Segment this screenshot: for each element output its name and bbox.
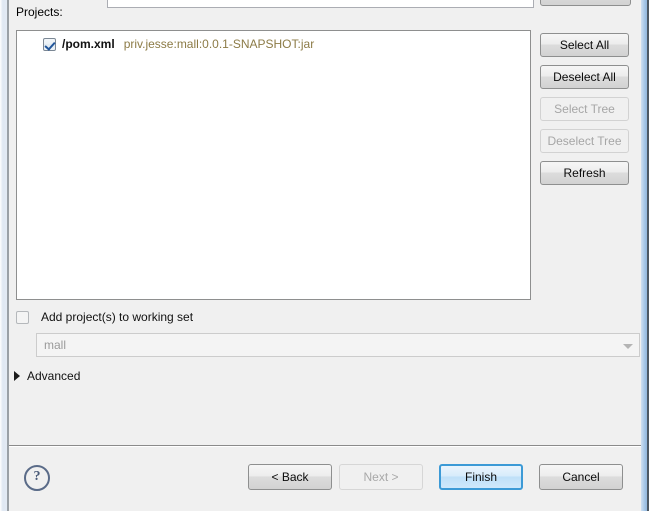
projects-tree[interactable]: /pom.xml priv.jesse:mall:0.0.1-SNAPSHOT:…: [16, 30, 531, 300]
back-button[interactable]: < Back: [248, 464, 332, 490]
working-set-combo[interactable]: mall: [36, 333, 640, 357]
select-all-button[interactable]: Select All: [540, 33, 629, 57]
chevron-down-icon[interactable]: [618, 335, 638, 355]
root-directory-field-clipped[interactable]: [107, 0, 534, 8]
deselect-all-button[interactable]: Deselect All: [540, 65, 629, 89]
desktop-background-right: [649, 0, 658, 511]
select-tree-button: Select Tree: [540, 97, 629, 121]
maven-import-dialog: Projects: /pom.xml priv.jesse:mall:0.0.1…: [9, 0, 641, 511]
working-set-checkbox-label: Add project(s) to working set: [41, 310, 194, 324]
project-coordinates: priv.jesse:mall:0.0.1-SNAPSHOT:jar: [123, 37, 315, 51]
triangle-right-icon: [14, 371, 20, 381]
footer-separator-highlight: [9, 446, 641, 447]
cancel-button[interactable]: Cancel: [539, 464, 623, 490]
table-row[interactable]: /pom.xml priv.jesse:mall:0.0.1-SNAPSHOT:…: [17, 35, 314, 53]
help-icon[interactable]: ?: [24, 465, 50, 491]
project-checkbox[interactable]: [43, 37, 56, 51]
project-pom-path: /pom.xml: [62, 37, 115, 51]
working-set-checkbox-row[interactable]: Add project(s) to working set: [16, 310, 193, 324]
wizard-window: Projects: /pom.xml priv.jesse:mall:0.0.1…: [0, 0, 658, 511]
refresh-button[interactable]: Refresh: [540, 161, 629, 185]
browse-button-clipped[interactable]: [540, 0, 631, 6]
working-set-checkbox[interactable]: [16, 310, 29, 324]
advanced-label: Advanced: [27, 369, 81, 383]
deselect-tree-button: Deselect Tree: [540, 129, 629, 153]
window-frame-left: [0, 0, 7, 511]
next-button: Next >: [339, 464, 423, 490]
working-set-combo-value: mall: [44, 338, 67, 352]
finish-button[interactable]: Finish: [439, 464, 523, 490]
projects-label: Projects:: [16, 5, 63, 19]
advanced-expander[interactable]: Advanced: [14, 369, 80, 383]
